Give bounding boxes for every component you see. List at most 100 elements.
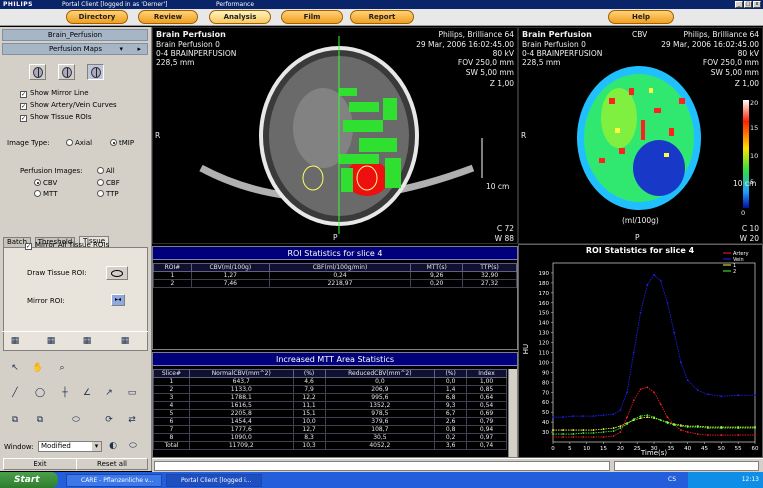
taskbar-item-portal-client[interactable]: Portal Client [logged i...: [166, 474, 262, 487]
mtt-scrollbar[interactable]: [508, 369, 517, 457]
table-row[interactable]: 1 643,7 4,6 0,0 0,0 1,00: [153, 377, 507, 386]
chevron-down-icon[interactable]: ▾: [119, 44, 123, 54]
crosshair-icon[interactable]: ┼: [58, 387, 72, 400]
window-title: Portal Client [logged in as 'Derner']: [62, 1, 168, 8]
freehand-roi-icon[interactable]: ⬭: [66, 414, 86, 427]
angle-icon[interactable]: ∠: [80, 387, 94, 400]
brain-view-button-1[interactable]: [29, 64, 46, 80]
table-row[interactable]: 4 1616,5 11,1 1352,2 9,3 0,54: [153, 401, 507, 410]
table-row[interactable]: 2 1133,0 7,9 206,9 1,4 0,85: [153, 385, 507, 394]
language-indicator[interactable]: CS: [668, 472, 676, 488]
cbv-image-viewport[interactable]: Brain Perfusion CBV Brain Perfusion 0 0-…: [518, 27, 763, 244]
data-point: [572, 433, 575, 435]
show-tissue-rois-checkbox[interactable]: ✓ Show Tissue ROIs: [20, 113, 91, 122]
copy-roi-icon[interactable]: ⧉: [8, 414, 22, 427]
directory-button[interactable]: Directory: [66, 10, 128, 24]
layout-1-icon[interactable]: ▦: [8, 335, 22, 348]
arrow-icon[interactable]: ↗: [102, 387, 116, 400]
exit-button[interactable]: Exit: [3, 458, 77, 470]
viewer2-unit: (ml/100g): [622, 216, 659, 225]
perfusion-images-label: Perfusion Images:: [20, 167, 83, 175]
mirror-all-checkbox[interactable]: ✓ Mirror All Tissue ROIs: [25, 241, 109, 250]
show-mirror-line-checkbox[interactable]: ✓ Show Mirror Line: [20, 89, 89, 98]
data-point: [562, 436, 564, 438]
control-panel: Brain_Perfusion Perfusion Maps ▾ ▸ ✓ Show M…: [0, 27, 152, 471]
data-point: [686, 426, 689, 428]
data-point: [666, 301, 669, 304]
line-icon[interactable]: ╱: [8, 387, 22, 400]
paste-roi-icon[interactable]: ⧉: [33, 414, 47, 427]
pointer-icon[interactable]: ↖: [8, 362, 22, 375]
roi-curve-chart[interactable]: ROI Statistics for slice 4Time(s)HU0 5 10 1…: [519, 245, 762, 457]
layout-3-icon[interactable]: ▦: [80, 335, 94, 348]
table-cell: 1133,0: [188, 385, 294, 394]
data-point: [646, 386, 649, 389]
ttp-radio[interactable]: TTP: [97, 190, 119, 199]
mtt-statistics-table: Slice# NormalCBV(mm^2) (%) ReducedCBV(mm…: [153, 369, 507, 450]
film-button[interactable]: Film: [281, 10, 343, 24]
rectangle-icon[interactable]: ▭: [125, 387, 139, 400]
x-tick-label: 55: [735, 446, 742, 452]
colorbar-tick-15: 15: [750, 124, 759, 132]
table-row[interactable]: 8 1090,0 8,3 30,5 0,2 0,97: [153, 433, 507, 442]
data-point: [602, 414, 605, 417]
mirror-roi-button[interactable]: ▸◂: [111, 294, 125, 306]
help-button[interactable]: Help: [608, 10, 674, 24]
table-row[interactable]: 6 1454,4 10,0 379,6 2,6 0,79: [153, 417, 507, 426]
report-button[interactable]: Report: [350, 10, 414, 24]
pan-hand-icon[interactable]: ✋: [31, 362, 45, 375]
mtt-radio[interactable]: MTT: [34, 190, 57, 199]
table-row[interactable]: 5 2205,8 15,1 978,5 6,7 0,69: [153, 409, 507, 418]
analysis-button[interactable]: Analysis: [209, 10, 271, 24]
data-point: [696, 433, 699, 435]
data-point: [632, 399, 635, 402]
axial-radio[interactable]: Axial: [66, 139, 92, 148]
reset-all-button[interactable]: Reset all: [76, 458, 148, 470]
brain-view-button-2[interactable]: [58, 64, 75, 80]
x-tick-label: 35: [667, 446, 674, 452]
layout-4-icon[interactable]: ▦: [118, 335, 132, 348]
table-cell: 0,94: [466, 425, 507, 434]
chevron-down-icon[interactable]: ▾: [92, 442, 101, 451]
layout-2-icon[interactable]: ▦: [44, 335, 58, 348]
rotate-icon[interactable]: ⟳: [102, 414, 116, 427]
table-row[interactable]: 2 7,46 2218,97 0,20 27,32: [153, 279, 517, 288]
table-cell: 0,97: [466, 433, 507, 442]
cbf-radio[interactable]: CBF: [97, 179, 120, 188]
flip-icon[interactable]: ⇄: [125, 414, 139, 427]
table-row[interactable]: Total 11709,2 10,3 4052,2 3,6 0,74: [153, 441, 507, 450]
close-icon[interactable]: x: [753, 1, 761, 8]
data-point: [653, 274, 655, 276]
ellipse-tool-icon[interactable]: ◯: [33, 387, 47, 400]
ct-image-viewport[interactable]: Brain Perfusion Brain Perfusion 0 0-4 BR…: [152, 27, 518, 244]
draw-roi-button[interactable]: [106, 266, 128, 280]
clock: 12:13: [741, 476, 759, 483]
y-tick-label: 70: [542, 390, 549, 396]
brain-view-button-3[interactable]: [87, 64, 104, 80]
table-cell: 1: [153, 377, 190, 386]
table-cell: 1,00: [466, 377, 507, 386]
data-point: [646, 283, 649, 286]
zoom-icon[interactable]: ⌕: [55, 362, 69, 375]
taskbar-item-care[interactable]: CARE - Pflanzenliche v...: [66, 474, 162, 487]
data-point: [612, 430, 615, 432]
window-toggle-icon[interactable]: ◐: [106, 440, 120, 453]
table-row[interactable]: 3 1788,1 12,2 995,6 6,8 0,64: [153, 393, 507, 402]
window-preset-icon[interactable]: ⬭: [126, 440, 140, 453]
viewer2-r4: FOV 250,0 mm: [702, 58, 759, 67]
brain-icon: [62, 67, 72, 78]
show-artery-vein-checkbox[interactable]: ✓ Show Artery/Vein Curves: [20, 101, 117, 110]
maximize-icon[interactable]: □: [744, 1, 752, 8]
table-cell: 9,26: [410, 271, 464, 280]
next-arrow-icon[interactable]: ▸: [137, 44, 141, 54]
start-button[interactable]: Start: [0, 472, 58, 488]
review-button[interactable]: Review: [138, 10, 198, 24]
table-row[interactable]: 7 1777,6 12,7 108,7 0,8 0,94: [153, 425, 507, 434]
tmip-radio[interactable]: tMIP: [110, 139, 134, 148]
cbv-radio[interactable]: CBV: [34, 179, 57, 188]
window-select[interactable]: Modified ▾: [38, 441, 102, 452]
all-radio[interactable]: All: [97, 167, 115, 176]
table-row[interactable]: 1 1,27 0,24 9,26 32,90: [153, 271, 517, 280]
perfusion-maps-dropdown[interactable]: Perfusion Maps ▾ ▸: [2, 43, 148, 55]
minimize-icon[interactable]: _: [735, 1, 743, 8]
